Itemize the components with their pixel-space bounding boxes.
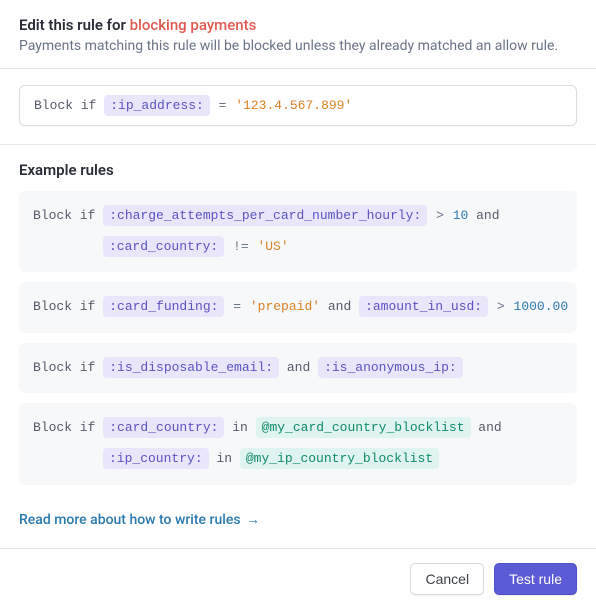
- attr-token: :card_funding:: [103, 296, 224, 317]
- test-rule-button[interactable]: Test rule: [494, 563, 577, 595]
- attr-token: :is_disposable_email:: [103, 357, 279, 378]
- example-rule: Block if :is_disposable_email: and :is_a…: [19, 343, 577, 394]
- op-token: =: [210, 98, 235, 113]
- and-token: and: [279, 360, 318, 375]
- read-more-section: Read more about how to write rules →: [0, 505, 596, 548]
- attr-token: :card_country:: [103, 236, 224, 257]
- cancel-button[interactable]: Cancel: [410, 563, 484, 595]
- and-token: and: [320, 299, 359, 314]
- string-token: 'US': [257, 239, 288, 254]
- examples-section: Example rules Block if :charge_attempts_…: [0, 145, 596, 505]
- example-rule: Block if :card_country: in @my_card_coun…: [19, 403, 577, 484]
- rule-prefix: Block if: [33, 360, 103, 375]
- rule-input[interactable]: Block if :ip_address: = '123.4.567.899': [19, 85, 577, 126]
- op-token: !=: [224, 239, 257, 254]
- attr-token: :card_country:: [103, 417, 224, 438]
- op-token: >: [427, 208, 452, 223]
- string-token: '123.4.567.899': [235, 98, 352, 113]
- title-prefix: Edit this rule for: [19, 16, 130, 34]
- and-token: and: [471, 420, 502, 435]
- arrow-right-icon: →: [246, 512, 260, 528]
- header: Edit this rule for blocking payments Pay…: [0, 0, 596, 68]
- footer: Cancel Test rule: [0, 548, 596, 611]
- rule-prefix: Block if: [34, 98, 104, 113]
- example-rule: Block if :card_funding: = 'prepaid' and …: [19, 282, 577, 333]
- attr-token: :is_anonymous_ip:: [318, 357, 463, 378]
- list-token: @my_ip_country_blocklist: [240, 448, 439, 469]
- rule-editor-section: Block if :ip_address: = '123.4.567.899': [0, 69, 596, 144]
- example-rule: Block if :charge_attempts_per_card_numbe…: [19, 191, 577, 272]
- attr-token: :amount_in_usd:: [359, 296, 488, 317]
- page-subtitle: Payments matching this rule will be bloc…: [19, 38, 577, 54]
- op-token: >: [488, 299, 513, 314]
- in-token: in: [209, 451, 240, 466]
- read-more-link[interactable]: Read more about how to write rules →: [19, 512, 260, 528]
- page-title: Edit this rule for blocking payments: [19, 16, 577, 34]
- and-token: and: [468, 208, 499, 223]
- examples-title: Example rules: [19, 161, 577, 179]
- number-token: 10: [453, 208, 469, 223]
- number-token: 1000.00: [514, 299, 569, 314]
- attr-token: :charge_attempts_per_card_number_hourly:: [103, 205, 427, 226]
- rule-prefix: Block if: [33, 420, 103, 435]
- rule-prefix: Block if: [33, 208, 103, 223]
- list-token: @my_card_country_blocklist: [256, 417, 471, 438]
- attr-token: :ip_country:: [103, 448, 209, 469]
- title-accent: blocking payments: [130, 16, 257, 34]
- op-token: =: [224, 299, 249, 314]
- rule-prefix: Block if: [33, 299, 103, 314]
- in-token: in: [224, 420, 255, 435]
- read-more-text: Read more about how to write rules: [19, 512, 241, 528]
- string-token: 'prepaid': [250, 299, 320, 314]
- attr-token: :ip_address:: [104, 95, 210, 116]
